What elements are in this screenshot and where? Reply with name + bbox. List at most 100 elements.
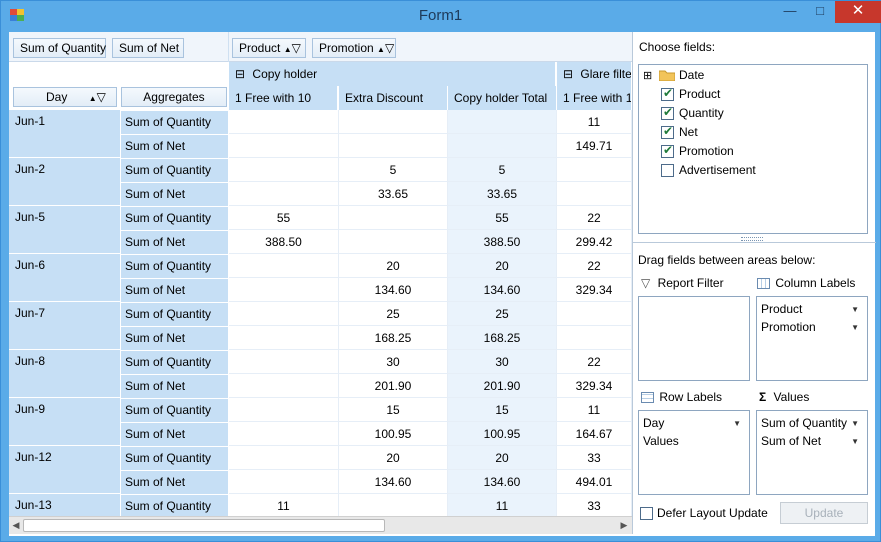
report-filter-area[interactable] [638,296,750,381]
scroll-left-icon[interactable]: ◀ [10,519,22,532]
row-header-day[interactable]: Jun-2 [9,158,120,206]
value-cell[interactable]: 55 [229,206,339,230]
value-cell[interactable]: 11 [448,494,557,516]
row-header-day[interactable]: Jun-9 [9,398,120,446]
value-cell[interactable]: 494.01 [557,470,632,494]
field-net[interactable]: Net [679,125,698,139]
value-cell[interactable]: 15 [339,398,448,422]
value-cell[interactable] [339,110,448,134]
value-cell[interactable] [229,278,339,302]
value-cell[interactable]: 168.25 [339,326,448,350]
value-cell[interactable]: 33 [557,446,632,470]
value-cell[interactable]: 20 [339,254,448,278]
dropdown-icon[interactable]: ▼ [733,419,741,428]
value-cell[interactable]: 168.25 [448,326,557,350]
row-header-day[interactable]: Jun-6 [9,254,120,302]
value-cell[interactable] [229,374,339,398]
value-cell[interactable]: 134.60 [448,278,557,302]
filter-icon[interactable]: ▽ [385,41,394,55]
col-group-copy-holder[interactable]: ⊟ Copy holder [229,62,556,86]
column-item-promotion[interactable]: Promotion [761,320,816,334]
value-cell[interactable] [229,422,339,446]
row-header-day[interactable]: Jun-1 [9,110,120,158]
collapse-icon[interactable]: ⊟ [563,67,573,81]
value-cell[interactable] [557,182,632,206]
advertisement-checkbox[interactable] [661,164,674,177]
row-labels-area[interactable]: Day ▼ Values [638,410,750,495]
field-promotion[interactable]: Promotion [679,144,734,158]
value-cell[interactable] [229,134,339,158]
value-cell[interactable]: 5 [448,158,557,182]
row-header-day[interactable]: Jun-13 [9,494,120,516]
column-labels-area[interactable]: Product ▼ Promotion ▼ [756,296,868,381]
field-product[interactable]: Product [679,87,720,101]
value-cell[interactable]: 5 [339,158,448,182]
value-cell[interactable]: 329.34 [557,374,632,398]
value-cell[interactable]: 22 [557,206,632,230]
value-item-sum-quantity[interactable]: Sum of Quantity [761,416,847,430]
value-cell[interactable]: 388.50 [229,230,339,254]
value-cell[interactable]: 20 [448,446,557,470]
value-cell[interactable]: 55 [448,206,557,230]
value-cell[interactable]: 100.95 [339,422,448,446]
row-header-day[interactable]: Jun-12 [9,446,120,494]
column-item-product[interactable]: Product [761,302,802,316]
value-cell[interactable]: 25 [339,302,448,326]
value-item-sum-net[interactable]: Sum of Net [761,434,821,448]
value-cell[interactable] [557,326,632,350]
scroll-right-icon[interactable]: ▶ [618,519,630,532]
value-cell[interactable]: 20 [448,254,557,278]
defer-layout-label[interactable]: Defer Layout Update [657,506,768,520]
update-button[interactable]: Update [780,502,868,524]
value-cell[interactable] [339,206,448,230]
value-cell[interactable]: 149.71 [557,134,632,158]
quantity-checkbox[interactable] [661,105,674,120]
value-cell[interactable]: 22 [557,254,632,278]
net-checkbox[interactable] [661,124,674,139]
product-checkbox[interactable] [661,86,674,101]
value-cell[interactable]: 329.34 [557,278,632,302]
close-button[interactable]: ✕ [835,1,881,23]
value-cell[interactable]: 299.42 [557,230,632,254]
value-cell[interactable]: 164.67 [557,422,632,446]
filter-icon[interactable]: ▽ [292,41,301,55]
row-item-values[interactable]: Values [643,434,679,448]
value-cell[interactable]: 33.65 [448,182,557,206]
value-cell[interactable]: 11 [557,398,632,422]
value-cell[interactable] [229,470,339,494]
values-area[interactable]: Sum of Quantity ▼ Sum of Net ▼ [756,410,868,495]
value-cell[interactable]: 33.65 [339,182,448,206]
filter-icon[interactable]: ▽ [97,90,106,104]
horizontal-scrollbar[interactable]: ◀ ▶ [9,516,632,534]
value-cell[interactable]: 20 [339,446,448,470]
row-header-day[interactable]: Jun-5 [9,206,120,254]
splitter-grip[interactable] [741,237,763,241]
expand-icon[interactable]: ⊞ [643,69,652,82]
value-cell[interactable]: 134.60 [448,470,557,494]
value-cell[interactable] [229,326,339,350]
promotion-field-button[interactable]: Promotion ▲▽ [312,38,396,58]
value-cell[interactable] [229,110,339,134]
scroll-thumb[interactable] [23,519,385,532]
value-cell[interactable] [557,158,632,182]
sub-col-header[interactable]: Extra Discount [339,86,448,110]
value-cell[interactable] [448,110,557,134]
dropdown-icon[interactable]: ▼ [851,437,859,446]
value-cell[interactable]: 11 [229,494,339,516]
value-cell[interactable] [229,182,339,206]
row-header-day[interactable]: Jun-7 [9,302,120,350]
value-cell[interactable]: 11 [557,110,632,134]
value-cell[interactable]: 201.90 [448,374,557,398]
value-cell[interactable] [229,398,339,422]
col-group-glare-filter[interactable]: ⊟ Glare filte [557,62,632,86]
value-cell[interactable]: 201.90 [339,374,448,398]
sub-col-header[interactable]: 1 Free with 10 [557,86,632,110]
value-cell[interactable] [229,350,339,374]
value-cell[interactable]: 134.60 [339,470,448,494]
field-quantity[interactable]: Quantity [679,106,724,120]
value-cell[interactable]: 388.50 [448,230,557,254]
sum-of-net-field-button[interactable]: Sum of Net [112,38,184,58]
minimize-button[interactable]: — [775,1,805,23]
field-advertisement[interactable]: Advertisement [679,163,756,177]
day-field-button[interactable]: Day ▲▽ [13,87,117,107]
